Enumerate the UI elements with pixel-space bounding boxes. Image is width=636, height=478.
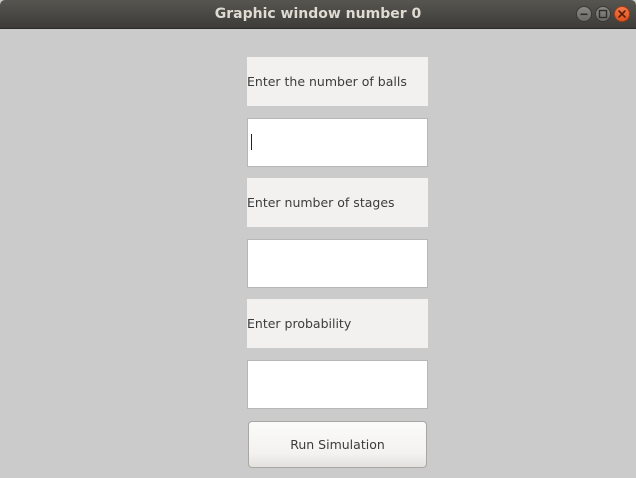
balls-input[interactable] — [247, 118, 428, 167]
window-title: Graphic window number 0 — [214, 6, 422, 22]
close-icon — [618, 10, 626, 18]
minimize-button[interactable] — [576, 6, 592, 22]
probability-label: Enter probability — [247, 299, 428, 348]
maximize-icon — [598, 9, 608, 19]
maximize-button[interactable] — [595, 6, 611, 22]
text-cursor — [251, 134, 252, 150]
balls-label: Enter the number of balls — [247, 57, 428, 106]
window-titlebar[interactable]: Graphic window number 0 — [0, 0, 636, 29]
probability-input[interactable] — [247, 360, 428, 409]
stages-input[interactable] — [247, 239, 428, 288]
minimize-icon — [580, 13, 588, 16]
run-simulation-button[interactable]: Run Simulation — [248, 421, 427, 468]
close-button[interactable] — [614, 6, 630, 22]
stages-label: Enter number of stages — [247, 178, 428, 227]
